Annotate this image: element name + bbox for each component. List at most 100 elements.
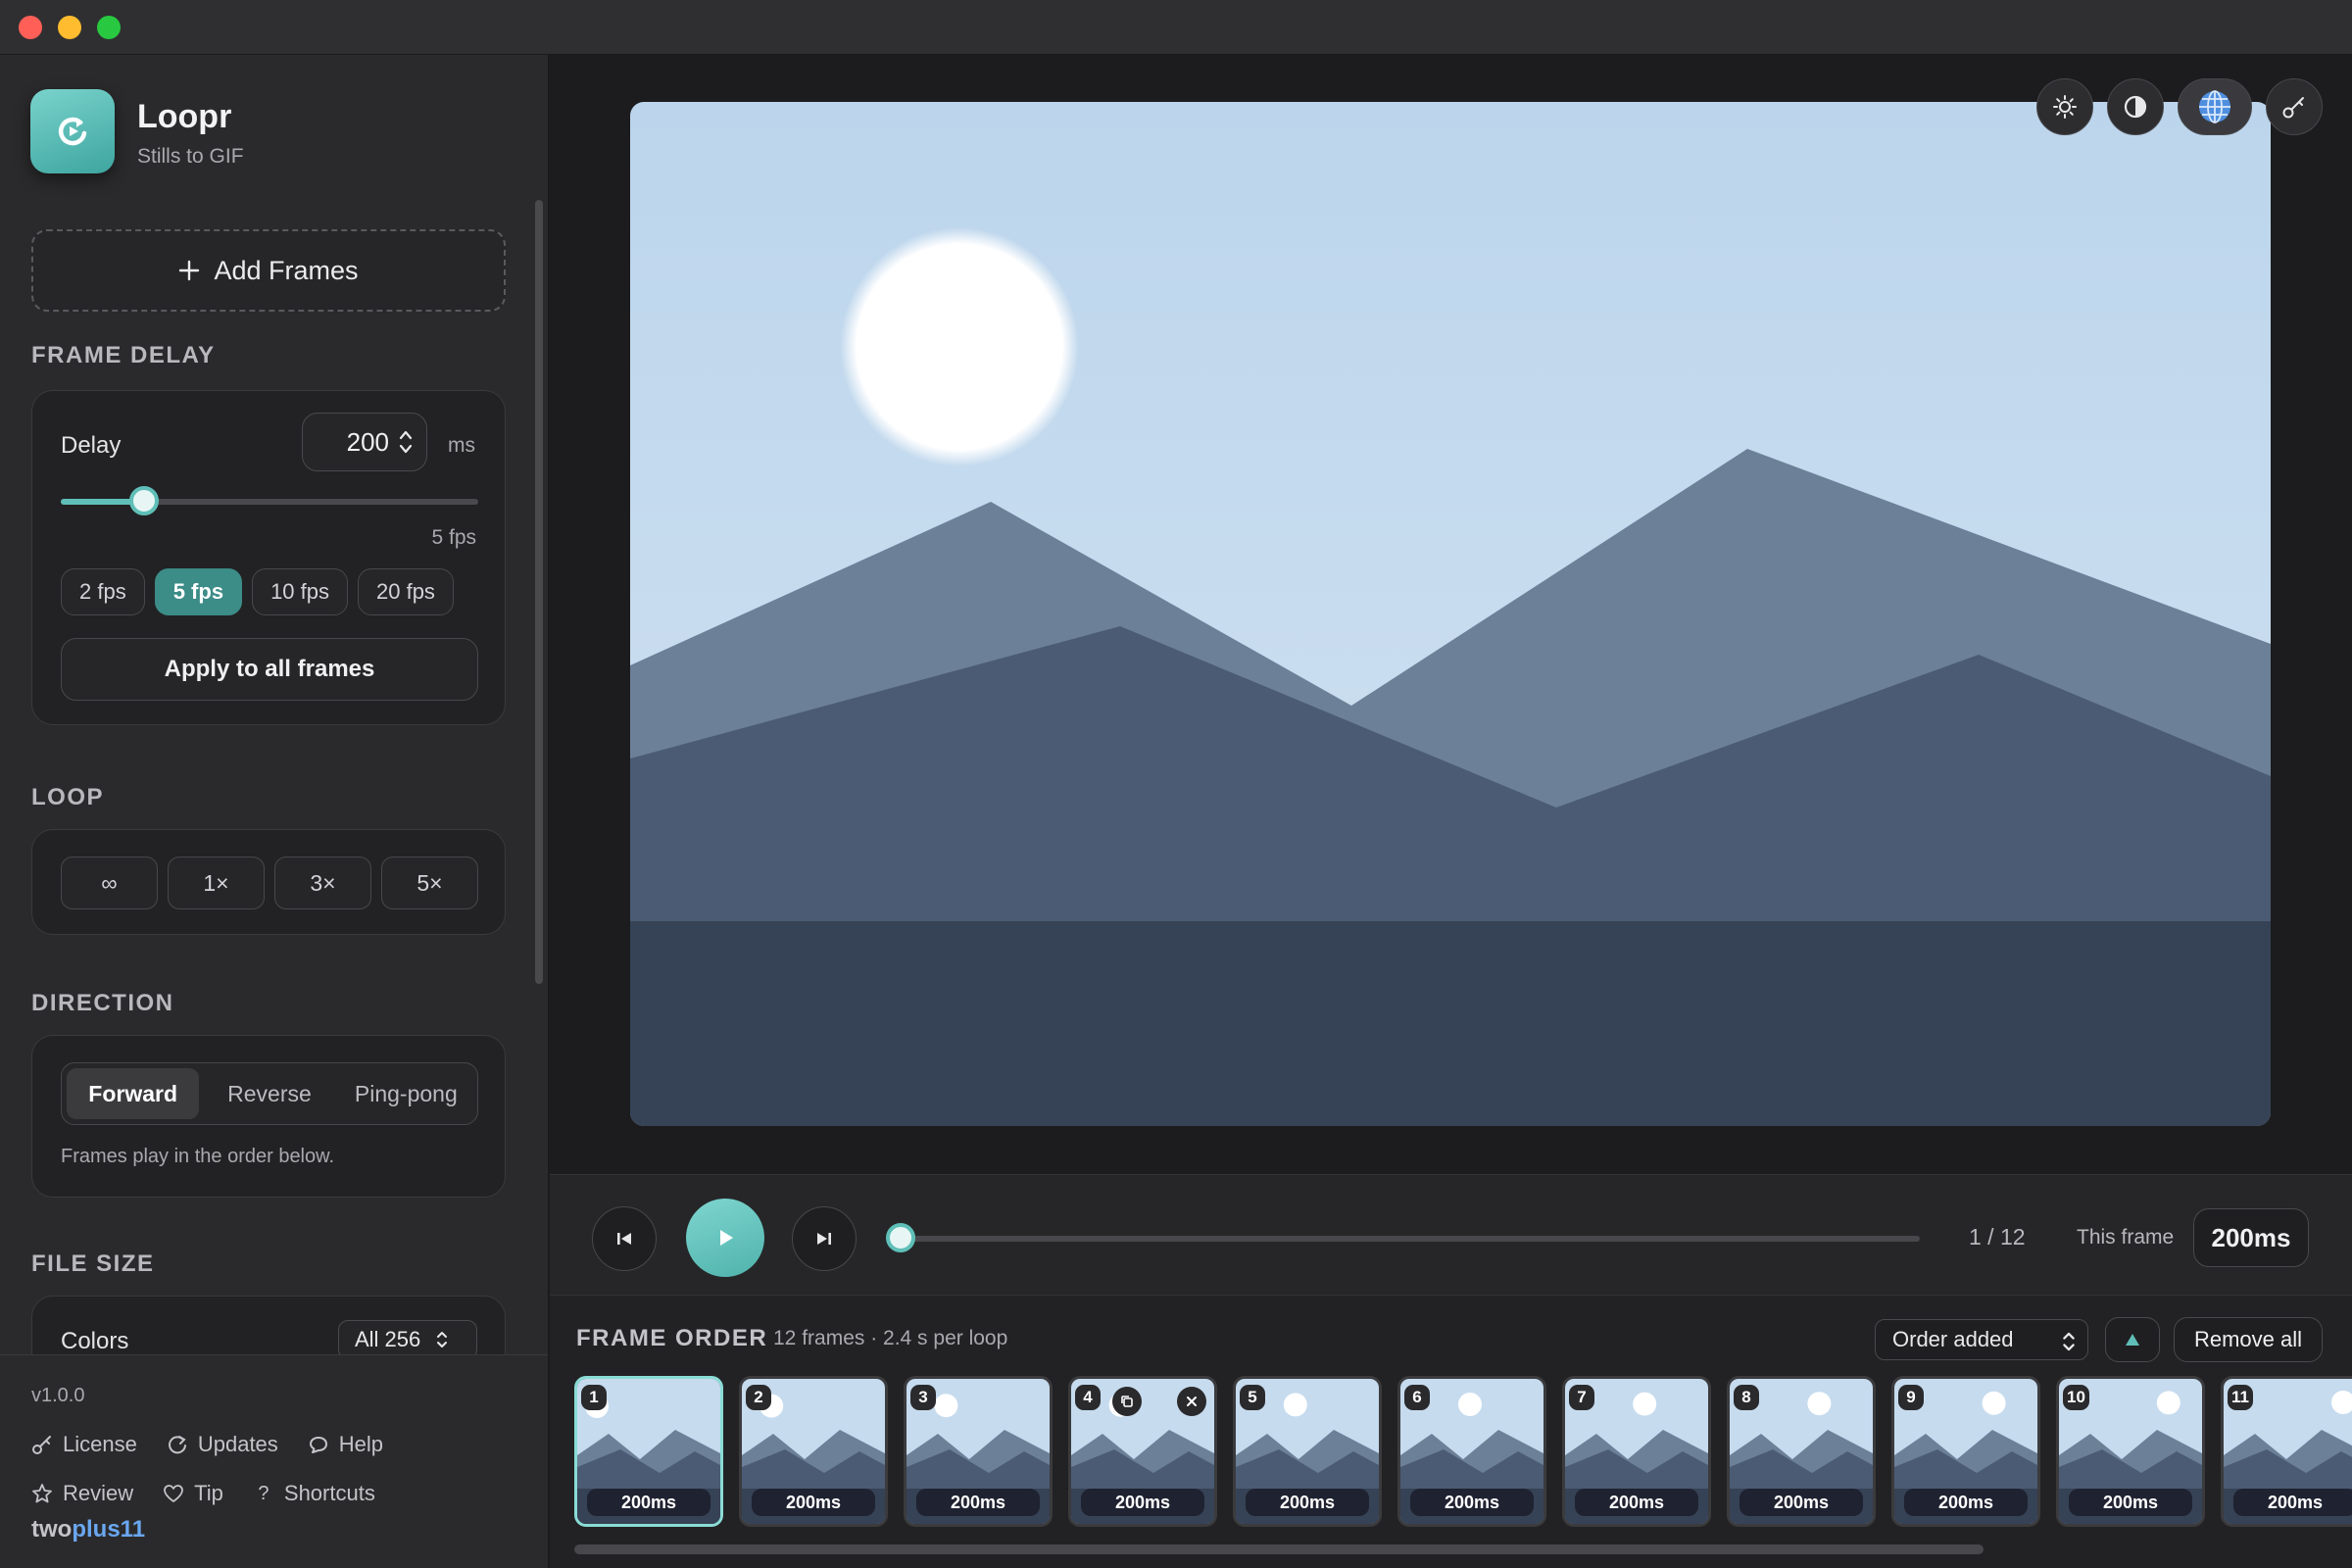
stepper-icon — [2063, 1332, 2075, 1351]
plus-icon — [179, 260, 200, 281]
fps-preset-20-fps[interactable]: 20 fps — [358, 568, 454, 615]
frame-thumbnail[interactable]: 7 200ms — [1562, 1376, 1711, 1527]
remove-frame-button[interactable] — [1177, 1387, 1206, 1416]
chat-bubble-icon — [309, 1437, 327, 1453]
frame-number: 10 — [2063, 1385, 2089, 1410]
globe-button[interactable] — [2178, 78, 2252, 135]
this-frame-delay-input[interactable]: 200ms — [2193, 1208, 2309, 1267]
next-frame-button[interactable] — [792, 1206, 857, 1271]
fps-preset-10-fps[interactable]: 10 fps — [252, 568, 348, 615]
fps-preset-2-fps[interactable]: 2 fps — [61, 568, 145, 615]
frame-delay-badge[interactable]: 200ms — [2233, 1489, 2352, 1516]
minimize-window-button[interactable] — [58, 16, 81, 39]
review-label: Review — [63, 1481, 134, 1505]
loop-option-1[interactable]: ∞ — [61, 857, 158, 909]
key-icon — [32, 1436, 51, 1454]
add-frames-button[interactable]: Add Frames — [31, 229, 506, 312]
close-window-button[interactable] — [19, 16, 42, 39]
duplicate-frame-button[interactable] — [1112, 1387, 1142, 1416]
sort-direction-button[interactable] — [2105, 1317, 2160, 1362]
frame-delay-badge[interactable]: 200ms — [1246, 1489, 1369, 1516]
license-link[interactable]: License — [31, 1432, 137, 1457]
direction-card: Forward Reverse Ping-pong Frames play in t… — [31, 1035, 506, 1198]
contrast-button[interactable] — [2107, 78, 2164, 135]
play-button[interactable] — [686, 1199, 764, 1277]
add-frames-label: Add Frames — [214, 255, 359, 285]
frame-number: 2 — [746, 1385, 771, 1410]
key-icon — [2282, 97, 2304, 119]
delay-input[interactable]: 200 — [302, 413, 427, 471]
order-select[interactable]: Order added — [1875, 1319, 2088, 1360]
tip-link[interactable]: Tip — [163, 1481, 223, 1506]
shortcuts-label: Shortcuts — [283, 1481, 375, 1505]
frame-thumbnail[interactable]: 5 200ms — [1233, 1376, 1382, 1527]
fps-preset-5-fps[interactable]: 5 fps — [154, 568, 243, 615]
apply-to-all-frames-button[interactable]: Apply to all frames — [61, 638, 478, 701]
globe-icon — [2199, 90, 2230, 123]
key-button[interactable] — [2266, 78, 2323, 135]
frame-delay-badge[interactable]: 200ms — [916, 1489, 1040, 1516]
direction-heading: DIRECTION — [31, 990, 174, 1016]
app-subtitle: Stills to GIF — [137, 145, 244, 168]
colors-label: Colors — [61, 1328, 129, 1354]
frame-number: 4 — [1075, 1385, 1101, 1410]
frame-delay-badge[interactable]: 200ms — [1740, 1489, 1863, 1516]
star-icon — [32, 1484, 52, 1503]
loop-options: ∞ 1× 3× 5× — [61, 857, 478, 909]
loop-icon — [58, 117, 87, 146]
frame-strip-scrollbar[interactable] — [574, 1544, 1984, 1554]
remove-all-button[interactable]: Remove all — [2174, 1317, 2323, 1362]
zoom-window-button[interactable] — [97, 16, 121, 39]
preview-toolbar — [2036, 78, 2323, 135]
frame-thumbnail[interactable]: 4 200ms — [1068, 1376, 1217, 1527]
developer-brand[interactable]: twoplus11 — [31, 1516, 145, 1544]
help-label: Help — [338, 1432, 384, 1456]
delay-slider-thumb[interactable] — [129, 486, 160, 515]
delay-slider-track[interactable] — [61, 499, 478, 505]
loop-option-2[interactable]: 1× — [168, 857, 265, 909]
frame-delay-badge[interactable]: 200ms — [1904, 1489, 2028, 1516]
frame-thumbnail[interactable]: 9 200ms — [1891, 1376, 2040, 1527]
loop-option-3[interactable]: 3× — [274, 857, 371, 909]
frame-thumbnail[interactable]: 10 200ms — [2056, 1376, 2205, 1527]
delay-label: Delay — [61, 432, 122, 459]
frame-thumbnail[interactable]: 11 200ms — [2221, 1376, 2352, 1527]
frame-delay-badge[interactable]: 200ms — [587, 1489, 710, 1516]
frame-delay-badge[interactable]: 200ms — [752, 1489, 875, 1516]
shortcuts-link[interactable]: ? Shortcuts — [253, 1481, 375, 1506]
frame-delay-badge[interactable]: 200ms — [2069, 1489, 2192, 1516]
sun — [840, 227, 1079, 466]
loop-option-4[interactable]: 5× — [381, 857, 478, 909]
frame-delay-badge[interactable]: 200ms — [1081, 1489, 1204, 1516]
frame-thumbnail[interactable]: 6 200ms — [1397, 1376, 1546, 1527]
frame-order-summary: 12 frames · 2.4 s per loop — [773, 1327, 1008, 1349]
direction-reverse[interactable]: Reverse — [203, 1068, 335, 1119]
order-select-value: Order added — [1892, 1327, 2014, 1351]
direction-ping-pong[interactable]: Ping-pong — [340, 1068, 472, 1119]
brand-accent: plus11 — [72, 1516, 146, 1543]
direction-forward[interactable]: Forward — [67, 1068, 200, 1119]
app-logo — [30, 89, 115, 173]
license-label: License — [63, 1432, 137, 1456]
help-link[interactable]: Help — [308, 1432, 383, 1457]
frame-thumbnail[interactable]: 1 200ms — [574, 1376, 723, 1527]
review-link[interactable]: Review — [31, 1481, 133, 1506]
colors-value: All 256 — [355, 1327, 421, 1351]
timeline-scrubber-thumb[interactable] — [886, 1223, 915, 1252]
frame-number: 6 — [1404, 1385, 1430, 1410]
previous-frame-button[interactable] — [592, 1206, 657, 1271]
stepper-icon[interactable] — [399, 427, 413, 457]
contrast-icon — [2124, 95, 2147, 119]
updates-link[interactable]: Updates — [167, 1432, 278, 1457]
frame-thumbnail[interactable]: 8 200ms — [1727, 1376, 1876, 1527]
this-frame-label: This frame — [2077, 1226, 2175, 1249]
timeline-scrubber[interactable] — [901, 1236, 1920, 1242]
brightness-button[interactable] — [2036, 78, 2093, 135]
frame-delay-badge[interactable]: 200ms — [1410, 1489, 1534, 1516]
frame-delay-badge[interactable]: 200ms — [1575, 1489, 1698, 1516]
sidebar-scrollbar[interactable] — [535, 200, 543, 984]
frame-thumbnail[interactable]: 2 200ms — [739, 1376, 888, 1527]
colors-select[interactable]: All 256 — [338, 1320, 477, 1359]
frame-number: 9 — [1898, 1385, 1924, 1410]
frame-thumbnail[interactable]: 3 200ms — [904, 1376, 1053, 1527]
